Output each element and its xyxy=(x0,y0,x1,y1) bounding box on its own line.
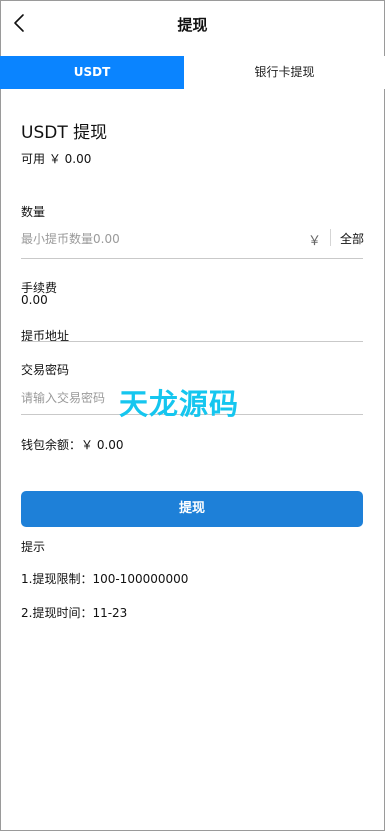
fee-value: 0.00 xyxy=(21,293,48,307)
input-divider xyxy=(330,229,331,246)
available-balance: 可用 ￥ 0.00 xyxy=(21,152,92,166)
address-input[interactable] xyxy=(21,341,363,342)
tab-bank-card-withdraw[interactable]: 银行卡提现 xyxy=(184,56,385,89)
tab-bar: USDT 银行卡提现 xyxy=(0,56,385,89)
tip-item: 2.提现时间：11-23 xyxy=(21,606,128,620)
wallet-balance: 钱包余额：￥ 0.00 xyxy=(21,438,124,452)
header: 提现 xyxy=(0,0,385,50)
withdraw-submit-button[interactable]: 提现 xyxy=(21,491,363,527)
all-button[interactable]: 全部 xyxy=(340,230,364,247)
amount-input[interactable]: 最小提币数量0.00 xyxy=(21,230,301,247)
page-title: 提现 xyxy=(177,16,208,34)
tip-item: 1.提现限制：100-100000000 xyxy=(21,572,189,586)
section-title: USDT 提现 xyxy=(21,123,108,143)
amount-underline xyxy=(21,258,363,259)
watermark-logo: 天龙源码 xyxy=(119,387,240,421)
password-label: 交易密码 xyxy=(21,363,70,377)
amount-label: 数量 xyxy=(21,205,46,219)
currency-symbol: ￥ xyxy=(308,234,322,249)
tab-usdt[interactable]: USDT xyxy=(0,56,184,89)
tips-title: 提示 xyxy=(21,540,46,554)
